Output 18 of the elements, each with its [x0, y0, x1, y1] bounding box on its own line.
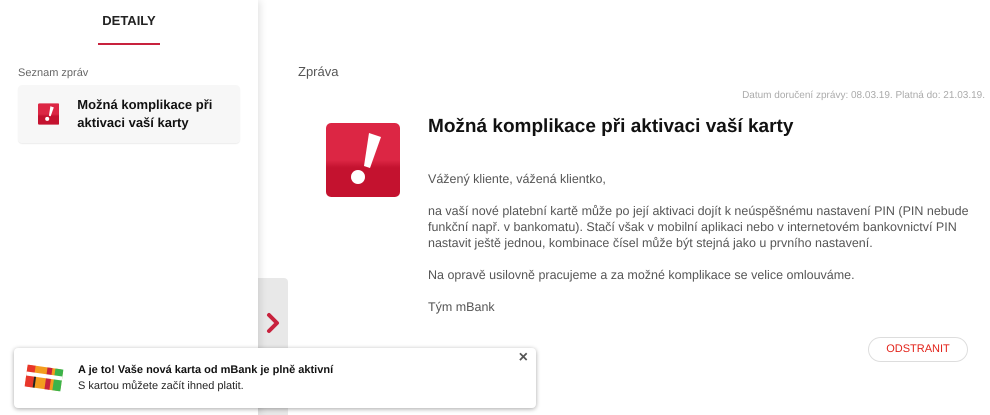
- chevron-right-icon: [266, 312, 280, 334]
- delete-button[interactable]: ODSTRANIT: [868, 337, 968, 362]
- close-button[interactable]: ×: [518, 350, 528, 366]
- message-paragraph: na vaší nové platební kartě může po její aktivaci dojít k neúspěšnému nastavení PIN (PIN nebude funkční např. v bankomatu). Stačí však v mobilní aplikaci nebo v internetovém bankovnictví PIN nastavit ještě jednou, kombinace čísel může být stejná jako u prvního nastavení.: [428, 203, 970, 251]
- message-item[interactable]: Možná komplikace při aktivaci vaší karty: [18, 85, 240, 143]
- details-tab[interactable]: DETAILY: [98, 11, 160, 44]
- toast-text: S kartou můžete začít ihned platit.: [78, 379, 245, 394]
- message-meta: Datum doručení zprávy: 08.03.19. Platná do: 21.03.19.: [742, 88, 985, 102]
- message-paragraph: Na opravě usilovně pracujeme a za možné komplikace se velice omlouváme.: [428, 267, 856, 283]
- section-label: Zpráva: [298, 63, 338, 81]
- toast-title: A je to! Vaše nová karta od mBank je plně aktivní: [78, 362, 334, 378]
- message-title: Možná komplikace při aktivaci vaší karty: [77, 96, 214, 132]
- section-label: Seznam zpráv: [18, 66, 88, 80]
- message-title: Možná komplikace při aktivaci vaší karty: [428, 114, 794, 138]
- message-paragraph: Tým mBank: [428, 299, 496, 315]
- message-paragraph: Vážený kliente, vážená klientko,: [428, 171, 607, 187]
- alert-icon: [38, 103, 60, 125]
- alert-icon: [326, 122, 400, 196]
